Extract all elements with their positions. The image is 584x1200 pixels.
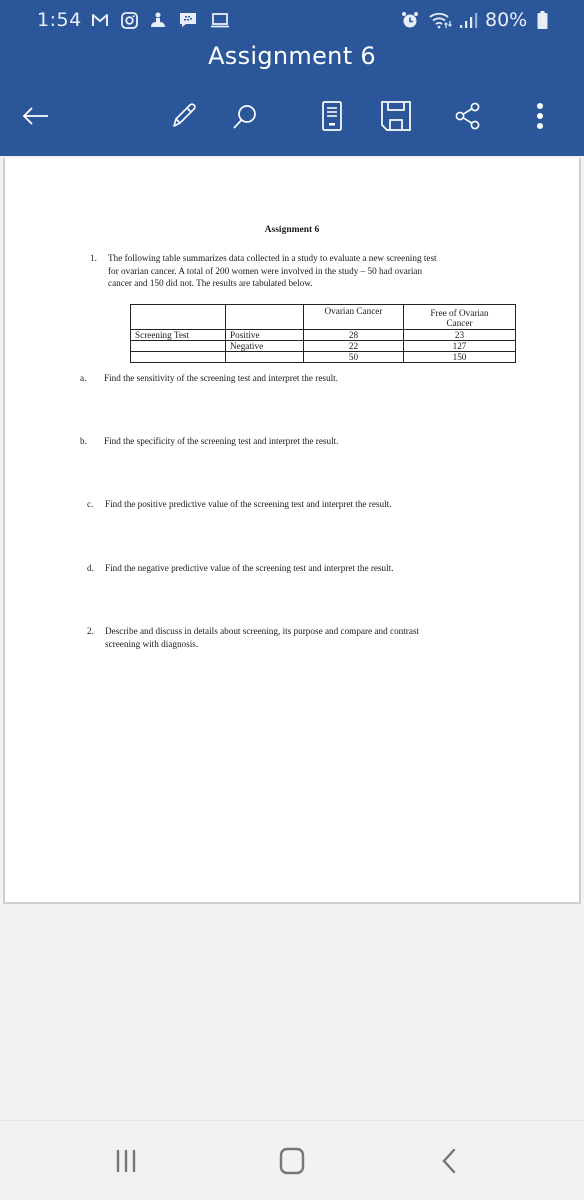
table-header-row: Ovarian Cancer Free of Ovarian Cancer — [130, 304, 516, 330]
subquestion-text: Find the negative predictive value of th… — [105, 563, 394, 573]
table-cell: 22 — [303, 340, 404, 352]
question-1-line: for ovarian cancer. A total of 200 women… — [108, 265, 423, 276]
more-icon — [537, 103, 543, 129]
system-nav-bar — [0, 1120, 584, 1200]
battery-icon — [535, 10, 549, 30]
table-row: Negative 22 127 — [130, 340, 516, 352]
subquestion-label: b. — [80, 436, 87, 446]
edit-icon — [173, 103, 196, 127]
table-header-cell — [130, 304, 226, 330]
edit-button[interactable] — [164, 96, 204, 136]
question-1-line: cancer and 150 did not. The results are … — [108, 278, 313, 288]
subquestion-label: c. — [87, 499, 94, 509]
battery-percent: 80% — [485, 9, 528, 31]
status-time: 1:54 — [37, 9, 82, 31]
subquestion-label: d. — [87, 563, 94, 573]
question-2-line: Describe and discuss in details about sc… — [105, 626, 420, 636]
save-button[interactable] — [376, 96, 416, 136]
results-table: Ovarian Cancer Free of Ovarian Cancer Sc… — [130, 304, 516, 363]
more-options-button[interactable] — [520, 96, 560, 136]
system-back-button[interactable] — [424, 1143, 474, 1179]
question-1-text: The following table summarizes data coll… — [108, 252, 437, 290]
signal-icon — [458, 10, 480, 30]
table-cell — [130, 351, 226, 363]
table-cell: 28 — [303, 329, 404, 341]
share-icon — [455, 102, 480, 130]
subquestion-text: Find the positive predictive value of th… — [105, 499, 392, 509]
subquestion-c: c. Find the positive predictive value of… — [87, 498, 527, 512]
table-cell: 127 — [403, 340, 516, 352]
recent-apps-button[interactable] — [101, 1143, 151, 1179]
question-2-line: screening with diagnosis. — [105, 638, 199, 649]
table-cell: 50 — [303, 351, 404, 363]
document-page: Assignment 6 1. The following table summ… — [3, 158, 581, 904]
back-button[interactable] — [15, 96, 55, 136]
table-header-cell — [225, 304, 304, 330]
question-2-number: 2. — [87, 626, 94, 636]
question-2-text: Describe and discuss in details about sc… — [105, 625, 419, 650]
app-title: Assignment 6 — [208, 42, 376, 70]
gmail-icon — [90, 10, 110, 30]
subquestion-a: a. Find the sensitivity of the screening… — [80, 372, 520, 386]
blackberry-messenger-icon — [178, 10, 198, 30]
search-icon — [233, 105, 256, 129]
table-header-text: Free of Ovarian Cancer — [430, 308, 489, 328]
search-button[interactable] — [225, 96, 265, 136]
table-cell: Positive — [225, 329, 304, 341]
question-2: 2. Describe and discuss in details about… — [87, 625, 527, 653]
table-cell: 150 — [403, 351, 516, 363]
table-cell: Screening Test — [130, 329, 226, 341]
table-row: 50 150 — [130, 351, 516, 363]
question-1-number: 1. — [90, 253, 97, 263]
instagram-icon — [119, 10, 139, 30]
table-header-cell: Ovarian Cancer — [303, 304, 404, 330]
reading-view-icon — [322, 101, 342, 131]
subquestion-text: Find the specificity of the screening te… — [104, 436, 339, 446]
table-cell — [225, 351, 304, 363]
document-viewport[interactable]: Assignment 6 1. The following table summ… — [0, 156, 584, 1120]
wifi-icon — [428, 10, 454, 30]
home-button[interactable] — [267, 1143, 317, 1179]
app-icon — [148, 10, 168, 30]
subquestion-label: a. — [80, 373, 87, 383]
question-1: 1. The following table summarizes data c… — [90, 252, 520, 292]
app-header: 1:54 80% Assignment 6 — [0, 0, 584, 156]
table-row: Screening Test Positive 28 23 — [130, 329, 516, 341]
question-1-line: The following table summarizes data coll… — [108, 253, 437, 263]
subquestion-d: d. Find the negative predictive value of… — [87, 562, 527, 576]
table-header-cell: Free of Ovarian Cancer — [403, 304, 516, 330]
home-icon — [279, 1147, 305, 1175]
status-bar: 1:54 80% — [0, 0, 584, 40]
save-icon — [381, 101, 411, 131]
table-cell — [130, 340, 226, 352]
arrow-left-icon — [22, 107, 48, 125]
table-cell: Negative — [225, 340, 304, 352]
recent-apps-icon — [116, 1149, 136, 1173]
alarm-icon — [400, 10, 420, 30]
subquestion-b: b. Find the specificity of the screening… — [80, 435, 520, 449]
laptop-icon — [209, 10, 231, 30]
back-icon — [442, 1148, 456, 1174]
table-cell: 23 — [403, 329, 516, 341]
subquestion-text: Find the sensitivity of the screening te… — [104, 373, 338, 383]
document-title: Assignment 6 — [264, 225, 320, 235]
share-button[interactable] — [448, 96, 488, 136]
reading-view-button[interactable] — [312, 96, 352, 136]
